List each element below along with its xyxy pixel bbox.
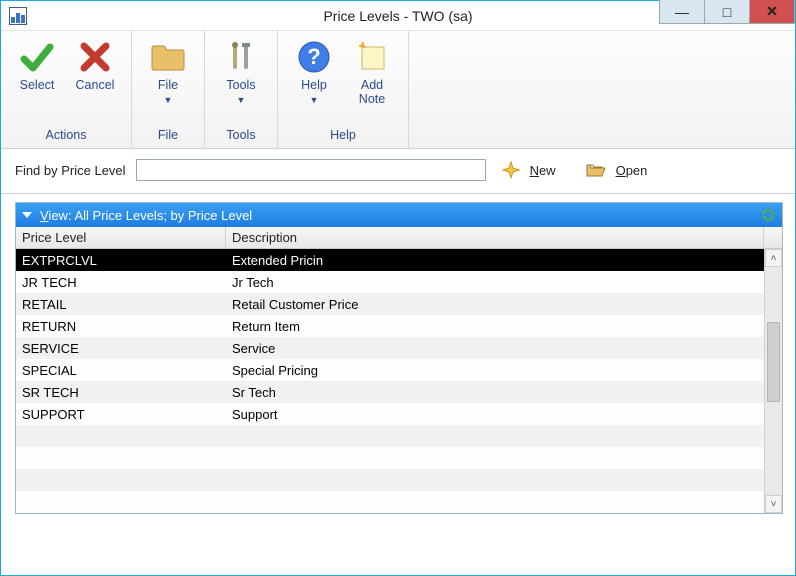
table-row xyxy=(16,491,764,513)
refresh-icon[interactable] xyxy=(760,207,776,223)
tools-button[interactable]: Tools ▼ xyxy=(215,35,267,107)
select-button[interactable]: Select xyxy=(11,35,63,107)
column-header-description[interactable]: Description xyxy=(226,227,764,248)
view-label: View: All Price Levels; by Price Level xyxy=(40,208,252,223)
toolbar-group-actions: Select Cancel Actions xyxy=(1,31,132,148)
grid: View: All Price Levels; by Price Level P… xyxy=(15,202,783,514)
cell-description: Retail Customer Price xyxy=(226,297,764,312)
cell-price-level: RETAIL xyxy=(16,297,226,312)
title-bar: Price Levels - TWO (sa) ― □ ✕ xyxy=(1,1,795,31)
toolbar-group-file: File ▼ File xyxy=(132,31,205,148)
note-icon xyxy=(352,37,392,77)
vertical-scrollbar[interactable]: ˄ ˅ xyxy=(764,249,782,513)
help-button[interactable]: ? Help ▼ xyxy=(288,35,340,121)
table-row[interactable]: SERVICEService xyxy=(16,337,764,359)
find-bar: Find by Price Level New Open xyxy=(1,149,795,194)
table-row[interactable]: RETURNReturn Item xyxy=(16,315,764,337)
table-row[interactable]: SUPPORTSupport xyxy=(16,403,764,425)
column-header-price-level[interactable]: Price Level xyxy=(16,227,226,248)
svg-text:?: ? xyxy=(307,44,320,69)
folder-icon xyxy=(148,37,188,77)
dropdown-icon: ▼ xyxy=(310,95,319,105)
cell-description: Return Item xyxy=(226,319,764,334)
toolbar-group-tools: Tools ▼ Tools xyxy=(205,31,278,148)
group-caption-tools: Tools xyxy=(226,124,255,146)
scroll-track[interactable] xyxy=(765,267,782,495)
column-header-scroll xyxy=(764,227,782,248)
find-input[interactable] xyxy=(136,159,486,181)
window-controls: ― □ ✕ xyxy=(660,0,795,24)
table-row[interactable]: SR TECHSr Tech xyxy=(16,381,764,403)
cell-price-level: SPECIAL xyxy=(16,363,226,378)
table-row[interactable]: RETAILRetail Customer Price xyxy=(16,293,764,315)
cell-price-level: SERVICE xyxy=(16,341,226,356)
scroll-thumb[interactable] xyxy=(767,322,780,402)
open-button[interactable]: Open xyxy=(616,163,648,178)
cell-description: Jr Tech xyxy=(226,275,764,290)
dropdown-triangle-icon xyxy=(22,212,32,218)
open-folder-icon[interactable] xyxy=(586,162,606,178)
table-row xyxy=(16,447,764,469)
cell-description: Sr Tech xyxy=(226,385,764,400)
toolbar-group-help: ? Help ▼ Add Note Help xyxy=(278,31,409,148)
table-row xyxy=(16,425,764,447)
cell-description: Service xyxy=(226,341,764,356)
scroll-up-icon[interactable]: ˄ xyxy=(765,249,782,267)
table-row[interactable]: JR TECHJr Tech xyxy=(16,271,764,293)
add-note-button[interactable]: Add Note xyxy=(346,35,398,121)
help-icon: ? xyxy=(294,37,334,77)
scroll-down-icon[interactable]: ˅ xyxy=(765,495,782,513)
minimize-button[interactable]: ― xyxy=(659,0,705,24)
close-button[interactable]: ✕ xyxy=(749,0,795,24)
dropdown-icon: ▼ xyxy=(164,95,173,105)
dropdown-icon: ▼ xyxy=(237,95,246,105)
cell-price-level: RETURN xyxy=(16,319,226,334)
file-button[interactable]: File ▼ xyxy=(142,35,194,107)
group-caption-help: Help xyxy=(330,124,356,146)
maximize-button[interactable]: □ xyxy=(704,0,750,24)
cell-description: Extended Pricin xyxy=(226,253,764,268)
view-header[interactable]: View: All Price Levels; by Price Level xyxy=(16,203,782,227)
cell-description: Special Pricing xyxy=(226,363,764,378)
checkmark-icon xyxy=(17,37,57,77)
table-row[interactable]: SPECIALSpecial Pricing xyxy=(16,359,764,381)
table-row xyxy=(16,469,764,491)
table-row[interactable]: EXTPRCLVLExtended Pricin xyxy=(16,249,764,271)
group-caption-actions: Actions xyxy=(46,124,87,146)
rows-container: EXTPRCLVLExtended PricinJR TECHJr TechRE… xyxy=(16,249,764,513)
cell-description: Support xyxy=(226,407,764,422)
cell-price-level: EXTPRCLVL xyxy=(16,253,226,268)
column-headers: Price Level Description xyxy=(16,227,782,249)
cell-price-level: SUPPORT xyxy=(16,407,226,422)
cancel-button[interactable]: Cancel xyxy=(69,35,121,107)
new-sparkle-icon[interactable] xyxy=(502,161,520,179)
cell-price-level: SR TECH xyxy=(16,385,226,400)
tools-icon xyxy=(221,37,261,77)
new-button[interactable]: New xyxy=(530,163,556,178)
x-icon xyxy=(75,37,115,77)
find-label: Find by Price Level xyxy=(15,163,126,178)
toolbar: Select Cancel Actions File ▼ File xyxy=(1,31,795,149)
cell-price-level: JR TECH xyxy=(16,275,226,290)
group-caption-file: File xyxy=(158,124,178,146)
app-icon xyxy=(9,7,27,25)
